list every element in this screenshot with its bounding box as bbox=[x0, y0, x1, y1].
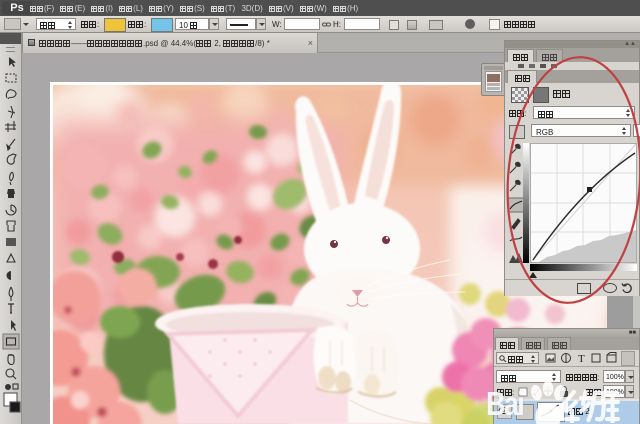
svg-text:T: T bbox=[578, 353, 585, 364]
